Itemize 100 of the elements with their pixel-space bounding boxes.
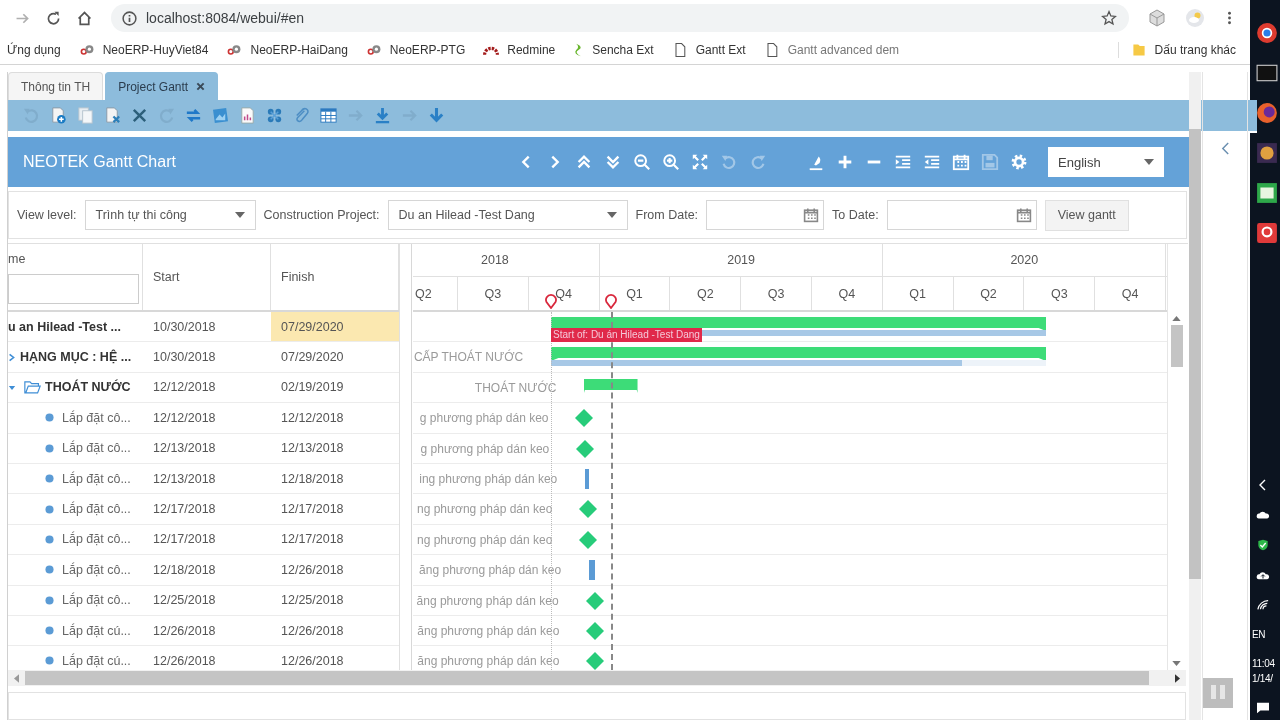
browser-icon[interactable] [1256,22,1278,44]
finish-cell[interactable]: 12/17/2018 [271,524,399,555]
milestone-diamond[interactable] [579,530,598,549]
task-bar[interactable] [589,560,596,581]
finish-cell[interactable]: 12/18/2018 [271,463,399,494]
zoomout-icon[interactable] [633,153,651,171]
wifi-icon[interactable] [1256,599,1270,611]
gear-icon[interactable] [1010,153,1028,171]
expand-icon[interactable] [604,153,622,171]
menu-icon[interactable] [1227,10,1232,26]
task-name[interactable]: Lắp đặt cô... [62,471,131,486]
to-date-field[interactable] [886,200,1037,230]
task-name[interactable]: Lắp đặt cô... [62,410,131,425]
task-name[interactable]: Lắp đặt cú... [62,654,131,668]
task-name[interactable]: u an Hilead -Test ... [8,319,121,334]
network-icon[interactable] [265,106,284,125]
page-scrollbar[interactable] [1189,72,1201,720]
finish-cell[interactable]: 12/12/2018 [271,403,399,433]
app-icon[interactable] [1256,142,1278,164]
bookmark-star-icon[interactable] [1101,10,1117,26]
scroll-thumb[interactable] [1170,325,1183,367]
task-name[interactable]: THOÁT NƯỚC [45,380,131,395]
column-header[interactable]: Start [153,270,260,284]
arrowdown-icon[interactable] [427,106,446,125]
info-icon[interactable] [121,9,138,27]
column-header[interactable]: Finish [281,270,388,284]
language-select[interactable]: English [1048,147,1164,177]
collapse-icon[interactable] [575,153,593,171]
task-bar[interactable] [585,468,590,489]
bookmark-link[interactable]: NeoERP-PTG [365,42,466,58]
calendar-icon[interactable] [803,207,820,223]
task-name[interactable]: Lắp đặt cô... [62,593,131,608]
new-icon[interactable] [49,106,68,125]
calendar-icon[interactable] [1015,207,1032,223]
milestone-diamond[interactable] [575,409,594,428]
bookmark-link[interactable]: Sencha Ext [573,42,654,58]
edit-icon[interactable] [103,106,122,125]
from-date-field[interactable] [706,200,825,230]
app-icon[interactable] [1256,182,1278,204]
summary-bar[interactable] [551,317,1047,331]
project-select[interactable]: Du an Hilead -Test Dang [387,200,628,230]
horizontal-scrollbar[interactable] [8,670,1186,686]
weather-icon[interactable] [1185,8,1205,28]
milestone-diamond[interactable] [579,500,598,519]
cloud-icon[interactable] [1256,509,1270,521]
cube-icon[interactable] [1147,8,1167,28]
filter-field[interactable] [8,274,139,304]
pause-icon[interactable] [1203,678,1233,708]
splitter[interactable] [399,244,412,670]
calendar-icon[interactable] [952,153,970,171]
app-icon[interactable] [1256,222,1278,244]
bookmark-link[interactable]: Gantt advanced dem [763,42,900,58]
column-header[interactable]: me [8,252,142,266]
finish-cell[interactable]: 12/25/2018 [271,585,399,615]
task-name[interactable]: Lắp đặt cô... [62,502,131,517]
scroll-up-icon[interactable] [1172,316,1181,321]
milestone-diamond[interactable] [585,591,604,610]
tab[interactable]: Project Gantt [105,72,219,100]
zoomin-icon[interactable] [662,153,680,171]
notification-icon[interactable] [1256,702,1270,714]
firefox-icon[interactable] [1256,102,1278,124]
table-icon[interactable] [319,106,338,125]
scroll-left-icon[interactable] [14,673,19,683]
finish-cell[interactable]: 07/29/2020 [271,312,399,342]
fit-icon[interactable] [691,153,709,171]
bookmark-link[interactable]: Redmine [483,42,556,58]
finish-cell[interactable]: 12/26/2018 [271,615,399,646]
other-bookmarks-link[interactable]: Dấu trang khác [1117,42,1236,58]
scroll-down-icon[interactable] [1172,661,1181,666]
bookmark-link[interactable]: NeoERP-HaiDang [226,42,348,58]
terminal-icon[interactable] [1256,62,1278,84]
task-name[interactable]: Lắp đặt cô... [62,532,131,547]
task-name[interactable]: Lắp đặt cô... [62,562,131,577]
plus-icon[interactable] [836,153,854,171]
shield-icon[interactable] [1256,539,1270,551]
cloud-upload-icon[interactable] [1256,569,1270,581]
copy-icon[interactable] [76,106,95,125]
report-icon[interactable] [238,106,257,125]
task-name[interactable]: HẠNG MỤC : HỆ ... [20,350,132,365]
finish-cell[interactable]: 07/29/2020 [271,342,399,372]
bookmark-link[interactable]: Ứng dụng [7,43,61,57]
bookmark-link[interactable]: Gantt Ext [671,42,746,58]
sync-icon[interactable] [184,106,203,125]
close-icon[interactable] [196,82,206,91]
finish-cell[interactable]: 12/26/2018 [271,555,399,585]
input-language[interactable]: EN [1252,629,1266,640]
expand-panel-icon[interactable] [1220,142,1230,155]
home-icon[interactable] [76,9,93,27]
finish-cell[interactable]: 12/26/2018 [271,646,399,670]
scroll-right-icon[interactable] [1175,673,1180,683]
indent-icon[interactable] [894,153,912,171]
milestone-diamond[interactable] [576,439,595,458]
tab[interactable]: Thông tin TH [8,72,104,100]
task-name[interactable]: Lắp đặt cú... [62,623,131,638]
address-bar[interactable]: localhost:8084/webui/#en [111,4,1129,32]
bookmark-link[interactable]: NeoERP-HuyViet84 [78,42,209,58]
finish-cell[interactable]: 12/17/2018 [271,494,399,524]
reload-icon[interactable] [45,9,62,27]
clock-date[interactable]: 1/14/ [1252,673,1273,684]
finish-cell[interactable]: 02/19/2019 [271,372,399,403]
